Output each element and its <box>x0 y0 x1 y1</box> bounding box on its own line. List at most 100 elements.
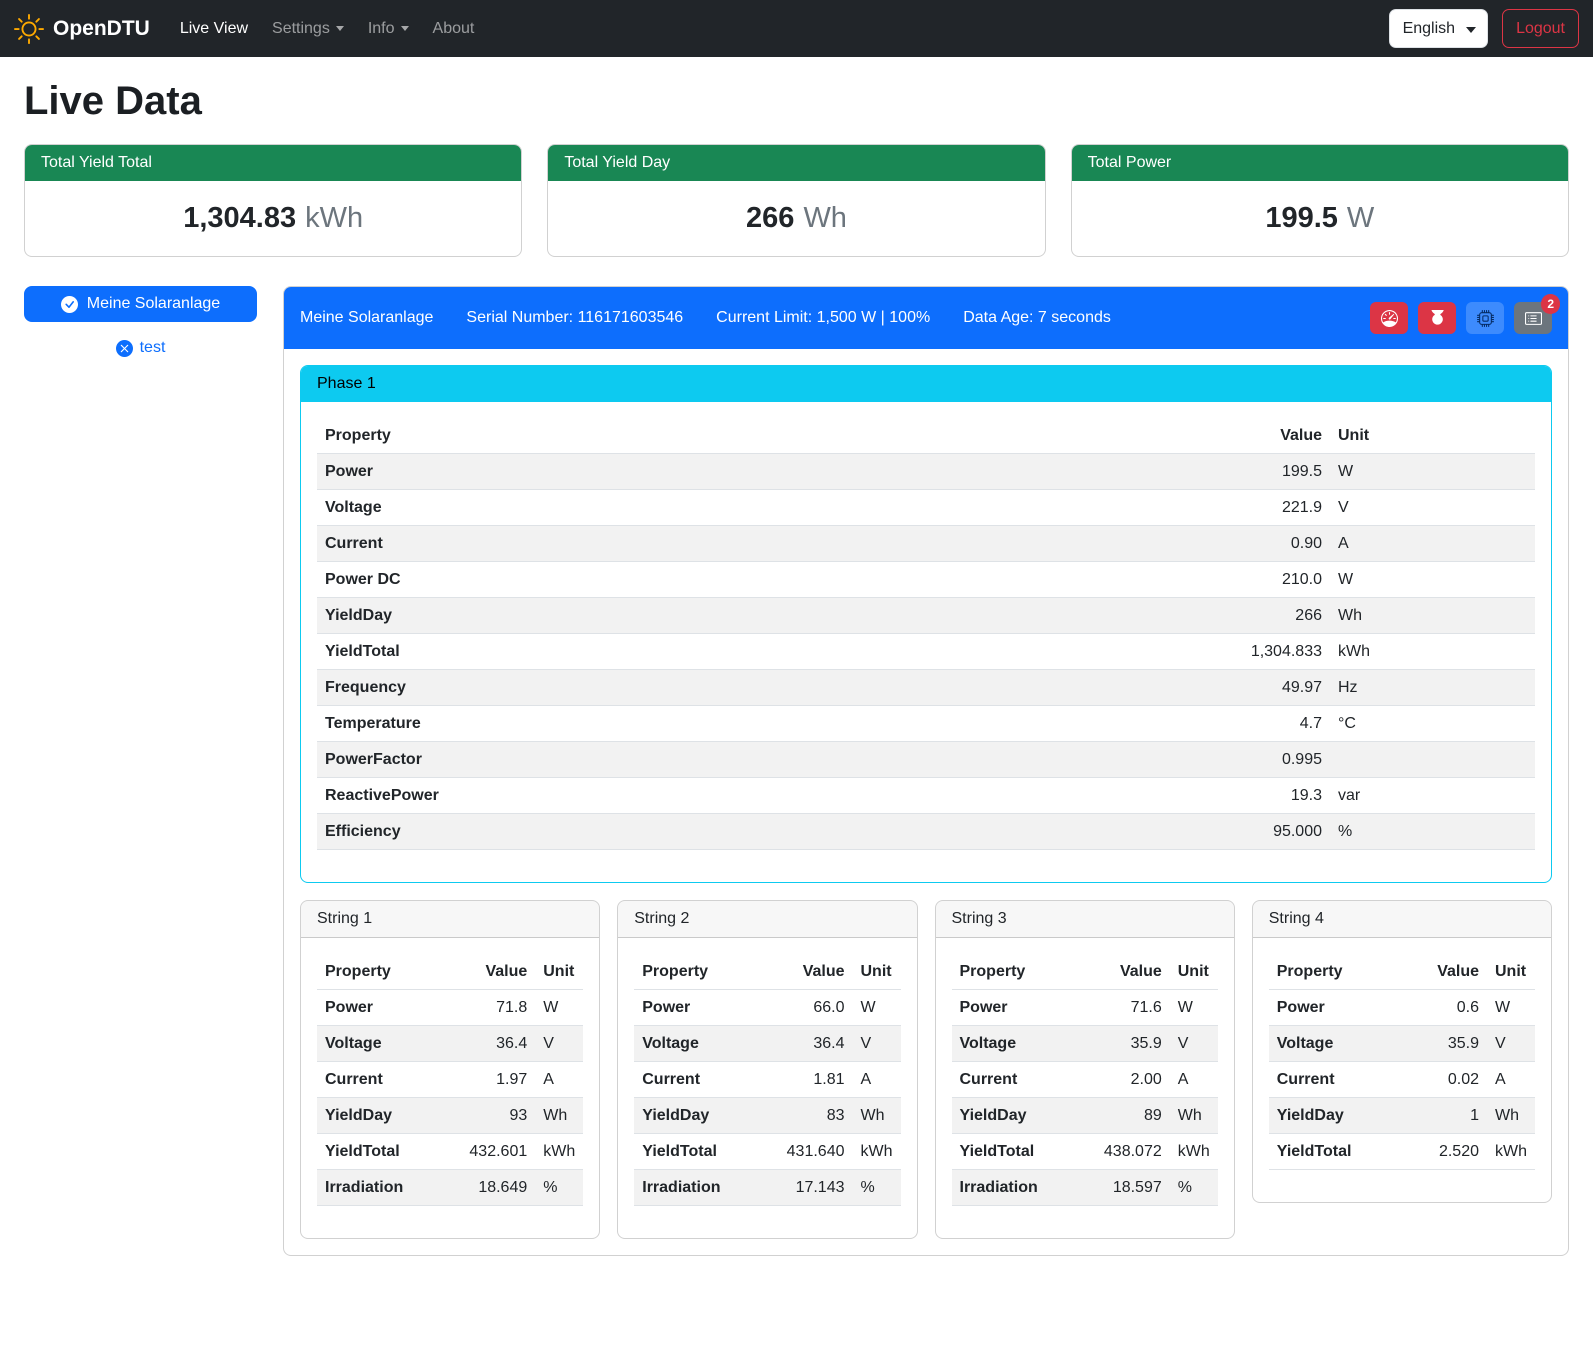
row-value: 66.0 <box>757 990 853 1026</box>
table-header-row: Property Value Unit <box>317 954 583 990</box>
brand[interactable]: OpenDTU <box>14 14 150 44</box>
table-row: Current0.02A <box>1269 1062 1535 1098</box>
string-2-card: String 2 Property Value Unit <box>617 900 917 1239</box>
row-value: 35.9 <box>1402 1026 1487 1062</box>
row-unit: var <box>1330 778 1535 814</box>
row-property: Power <box>952 990 1074 1026</box>
brand-label: OpenDTU <box>53 17 150 41</box>
event-log-button[interactable]: 2 <box>1514 302 1552 334</box>
row-property: YieldDay <box>317 598 923 634</box>
table-row: Voltage35.9V <box>952 1026 1218 1062</box>
phase-table: Property Value Unit Power199.5WVoltage22… <box>317 418 1535 850</box>
language-select[interactable]: English <box>1389 9 1488 48</box>
table-row: Temperature4.7°C <box>317 706 1535 742</box>
speedometer-icon <box>1381 310 1398 327</box>
language-select-value: English <box>1403 20 1455 38</box>
row-unit: V <box>853 1026 901 1062</box>
row-unit: W <box>1170 990 1218 1026</box>
row-unit: A <box>1487 1062 1535 1098</box>
row-property: Efficiency <box>317 814 923 850</box>
device-info-button[interactable] <box>1466 302 1504 334</box>
col-property: Property <box>317 418 923 454</box>
row-value: 0.02 <box>1402 1062 1487 1098</box>
col-property: Property <box>634 954 756 990</box>
nav-settings-label: Settings <box>272 20 330 38</box>
table-row: Current0.90A <box>317 526 1535 562</box>
sidebar-item-meine-solaranlage[interactable]: Meine Solaranlage <box>24 286 257 322</box>
row-unit: W <box>853 990 901 1026</box>
check-circle-icon <box>61 296 78 313</box>
chevron-down-icon <box>401 26 409 31</box>
string-title: String 4 <box>1253 901 1551 938</box>
row-property: YieldDay <box>1269 1098 1402 1134</box>
logout-button[interactable]: Logout <box>1502 9 1579 48</box>
nav-about-label: About <box>433 20 475 38</box>
strings-row: String 1 Property Value Unit <box>300 900 1552 1239</box>
table-row: Power66.0W <box>634 990 900 1026</box>
string-4-card: String 4 Property Value Unit <box>1252 900 1552 1203</box>
row-property: Power <box>317 990 439 1026</box>
nav-links: Live View Settings Info About <box>168 12 487 46</box>
row-unit: % <box>853 1170 901 1206</box>
row-unit: V <box>1170 1026 1218 1062</box>
row-property: Power <box>1269 990 1402 1026</box>
col-value: Value <box>923 418 1330 454</box>
card-value: 266 <box>746 202 794 234</box>
row-property: Irradiation <box>952 1170 1074 1206</box>
table-row: Voltage36.4V <box>317 1026 583 1062</box>
power-icon <box>1429 310 1446 327</box>
row-property: YieldTotal <box>634 1134 756 1170</box>
row-property: Voltage <box>317 490 923 526</box>
table-row: Voltage36.4V <box>634 1026 900 1062</box>
row-property: Voltage <box>634 1026 756 1062</box>
row-property: YieldTotal <box>1269 1134 1402 1170</box>
table-header-row: Property Value Unit <box>952 954 1218 990</box>
sidebar-item-test[interactable]: test <box>24 339 257 357</box>
row-unit: Hz <box>1330 670 1535 706</box>
page-title: Live Data <box>24 79 1569 124</box>
string-4-table: Property Value Unit Power0.6WVoltage35.9… <box>1269 954 1535 1170</box>
card-title: Total Yield Total <box>25 145 521 181</box>
col-property: Property <box>317 954 439 990</box>
row-value: 431.640 <box>757 1134 853 1170</box>
table-row: Irradiation17.143% <box>634 1170 900 1206</box>
row-value: 49.97 <box>923 670 1330 706</box>
table-row: Irradiation18.649% <box>317 1170 583 1206</box>
col-unit: Unit <box>535 954 583 990</box>
cpu-icon <box>1477 310 1494 327</box>
row-unit: Wh <box>853 1098 901 1134</box>
power-toggle-button[interactable] <box>1418 302 1456 334</box>
row-property: Current <box>1269 1062 1402 1098</box>
row-unit: Wh <box>1487 1098 1535 1134</box>
row-unit: A <box>853 1062 901 1098</box>
row-value: 0.995 <box>923 742 1330 778</box>
nav-info[interactable]: Info <box>360 12 417 46</box>
nav-settings[interactable]: Settings <box>264 12 352 46</box>
row-value: 93 <box>439 1098 535 1134</box>
col-property: Property <box>952 954 1074 990</box>
card-value: 1,304.83 <box>183 202 296 234</box>
nav-info-label: Info <box>368 20 395 38</box>
card-unit: Wh <box>803 202 847 234</box>
card-unit: W <box>1347 202 1374 234</box>
nav-about[interactable]: About <box>425 12 483 46</box>
row-value: 0.6 <box>1402 990 1487 1026</box>
row-property: Irradiation <box>317 1170 439 1206</box>
nav-live-view[interactable]: Live View <box>172 12 256 46</box>
row-property: YieldDay <box>634 1098 756 1134</box>
table-row: Power71.6W <box>952 990 1218 1026</box>
row-value: 36.4 <box>439 1026 535 1062</box>
card-title: Total Power <box>1072 145 1568 181</box>
row-value: 1 <box>1402 1098 1487 1134</box>
row-property: Power <box>634 990 756 1026</box>
table-row: Irradiation18.597% <box>952 1170 1218 1206</box>
table-row: Frequency49.97Hz <box>317 670 1535 706</box>
row-unit: Wh <box>535 1098 583 1134</box>
table-row: Voltage35.9V <box>1269 1026 1535 1062</box>
limit-settings-button[interactable] <box>1370 302 1408 334</box>
table-row: YieldDay93Wh <box>317 1098 583 1134</box>
inverter-card-header: Meine Solaranlage Serial Number: 1161716… <box>284 287 1568 349</box>
row-value: 18.649 <box>439 1170 535 1206</box>
table-row: Current1.81A <box>634 1062 900 1098</box>
navbar-right: English Logout <box>1389 9 1579 48</box>
